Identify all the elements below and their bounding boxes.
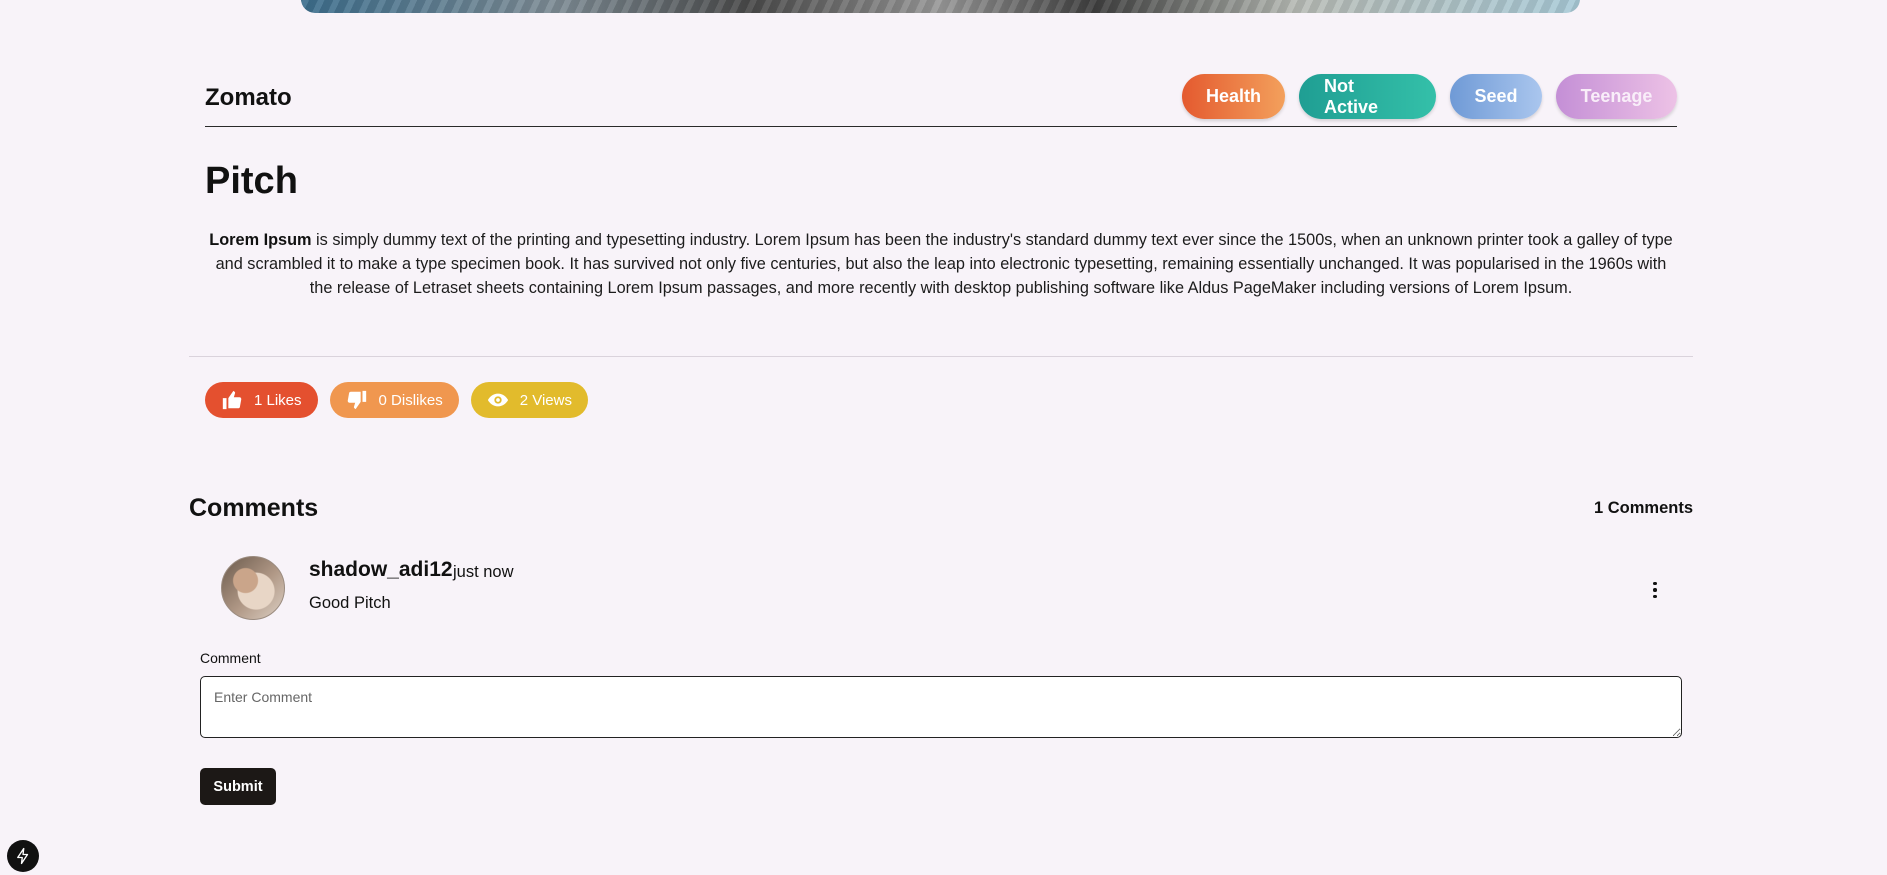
comments-count: 1 Comments [1593, 499, 1693, 517]
floating-action-button[interactable] [7, 840, 39, 872]
comments-heading: Comments [189, 494, 319, 522]
comment-item: shadow_adi12 just now Good Pitch [221, 556, 1671, 622]
eye-icon [487, 393, 508, 407]
dislikes-count: 0 Dislikes [378, 391, 443, 409]
lightning-icon [17, 847, 29, 865]
views-badge: 2 Views [470, 382, 588, 418]
tag-industry: Health [1182, 74, 1285, 119]
submit-button[interactable]: Submit [200, 768, 276, 805]
dislikes-button[interactable]: 0 Dislikes [329, 382, 459, 418]
more-vertical-icon[interactable] [1643, 578, 1667, 602]
thumbs-up-icon [222, 390, 242, 410]
engagement-stats: 1 Likes 0 Dislikes 2 Views [205, 382, 588, 418]
pitch-header: Zomato Health Not Active Seed Teenage [205, 74, 1677, 127]
section-divider [189, 356, 1693, 357]
description-bold-text: Lorem Ipsum [209, 231, 312, 249]
comment-username: shadow_adi12 [309, 558, 453, 581]
likes-count: 1 Likes [254, 391, 302, 409]
comment-text: Good Pitch [309, 594, 391, 612]
avatar [221, 556, 285, 620]
comment-field-label: Comment [200, 650, 261, 666]
likes-button[interactable]: 1 Likes [205, 382, 318, 418]
description-text: is simply dummy text of the printing and… [215, 231, 1673, 297]
comment-input[interactable] [200, 676, 1682, 738]
pitch-description: Lorem Ipsum is simply dummy text of the … [205, 228, 1677, 300]
thumbs-down-icon [347, 390, 366, 410]
company-name: Zomato [205, 84, 292, 111]
tag-list: Health Not Active Seed Teenage [1182, 74, 1677, 119]
tag-stage: Seed [1450, 74, 1542, 119]
pitch-title: Pitch [205, 160, 298, 202]
views-count: 2 Views [519, 391, 572, 409]
tag-age: Teenage [1556, 74, 1677, 119]
tag-status: Not Active [1299, 74, 1436, 119]
hero-banner-image [301, 0, 1580, 13]
comment-timestamp: just now [453, 563, 514, 581]
